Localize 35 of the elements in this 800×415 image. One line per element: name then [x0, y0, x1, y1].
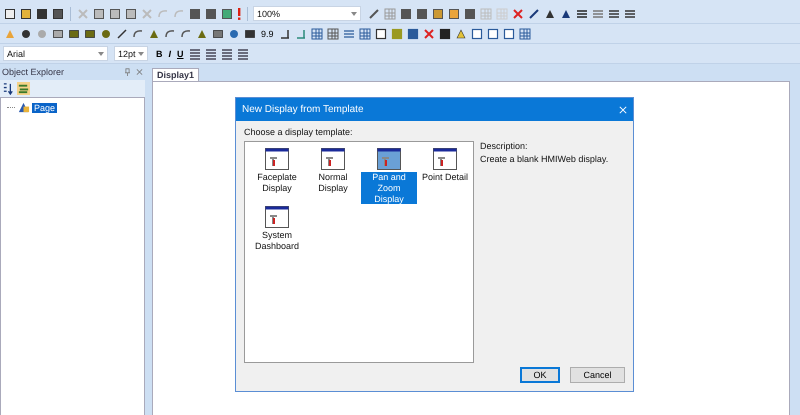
sort-icon[interactable]: [2, 82, 15, 95]
underline-button[interactable]: U: [175, 46, 186, 62]
window-icon: [377, 148, 401, 170]
zoom-dropdown[interactable]: 100%: [253, 6, 361, 21]
template-item[interactable]: System Dashboard: [249, 230, 305, 252]
tree-item[interactable]: Page: [32, 102, 58, 112]
caret-icon: [351, 12, 357, 16]
template-item[interactable]: Point Detail: [420, 172, 470, 183]
window-icon: [321, 148, 345, 170]
document-tab[interactable]: Display1: [152, 68, 200, 81]
prompt-label: Choose a display template:: [244, 127, 354, 137]
bold-button[interactable]: B: [154, 46, 164, 62]
template-item[interactable]: Pan and Zoom Display: [361, 172, 417, 204]
italic-button[interactable]: I: [166, 46, 174, 62]
panel-title: Object Explorer: [2, 67, 66, 77]
window-icon: [433, 148, 457, 170]
cancel-button[interactable]: Cancel: [570, 367, 625, 383]
grid-icon[interactable]: [518, 26, 532, 42]
window-icon: [265, 206, 289, 228]
template-item[interactable]: Normal Display: [305, 172, 361, 194]
font-size-dropdown[interactable]: 12pt: [114, 46, 148, 61]
table-icon[interactable]: [310, 26, 324, 42]
caret-icon: [138, 52, 144, 56]
description-text: Create a blank HMIWeb display.: [480, 154, 608, 164]
window-icon: [265, 148, 289, 170]
close-icon[interactable]: [136, 68, 143, 76]
font-dropdown[interactable]: Arial: [3, 46, 108, 61]
ok-button[interactable]: OK: [520, 367, 560, 383]
pin-icon[interactable]: [124, 68, 131, 76]
exclamation-icon[interactable]: [236, 6, 242, 20]
description-label: Description:: [480, 141, 529, 151]
template-item[interactable]: Faceplate Display: [249, 172, 305, 194]
caret-icon: [98, 52, 104, 56]
value-format-button[interactable]: 9.9: [259, 26, 276, 42]
dialog-title: New Display from Template: [242, 104, 364, 115]
